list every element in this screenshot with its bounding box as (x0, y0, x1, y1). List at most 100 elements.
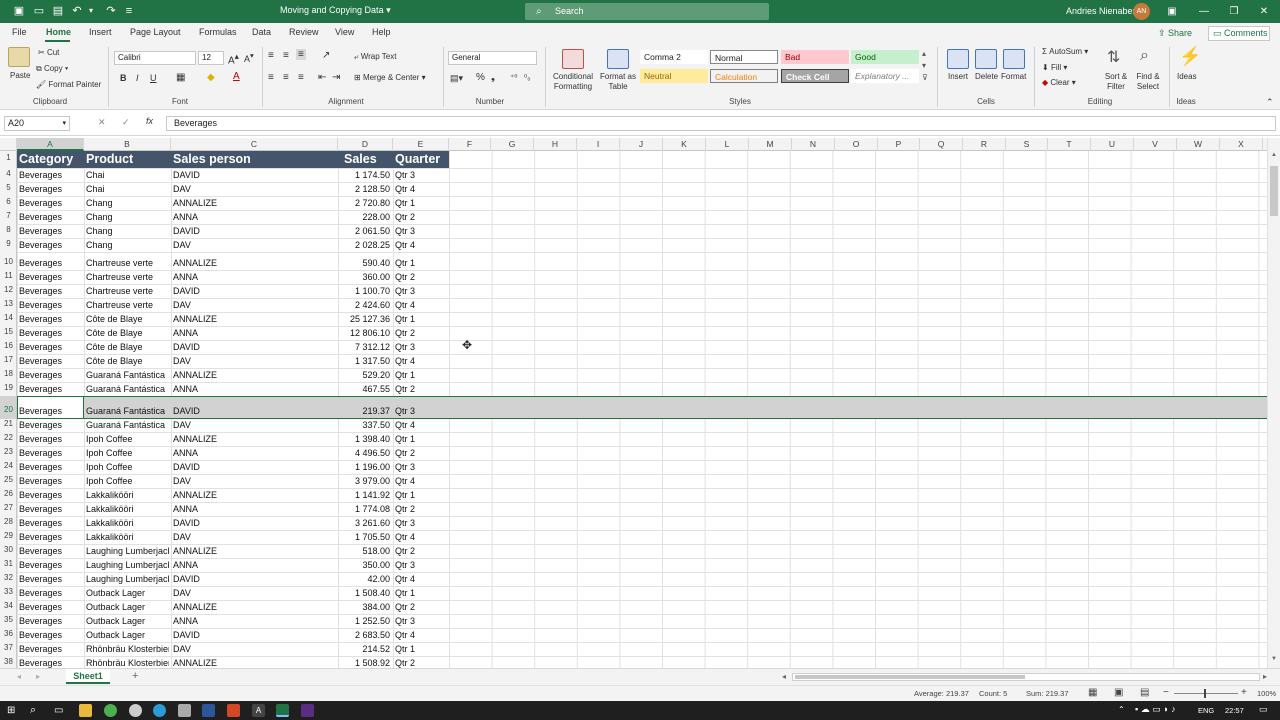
cell-style-2[interactable]: Bad (781, 50, 849, 64)
row-header[interactable]: 28 (0, 517, 16, 526)
row-header[interactable]: 5 (0, 183, 16, 192)
cell-q[interactable]: Qtr 2 (395, 447, 446, 460)
row-header[interactable]: 37 (0, 643, 16, 652)
styles-scroll-up-icon[interactable]: ▴ (922, 49, 926, 58)
insert-cells-icon[interactable] (947, 49, 969, 69)
word-icon[interactable] (202, 704, 215, 717)
cell-c[interactable]: Beverages (19, 383, 82, 396)
cell-v[interactable]: 2 424.60 (340, 299, 390, 312)
page-break-view-icon[interactable]: ▤ (1140, 687, 1149, 698)
cell-v[interactable]: 2 061.50 (340, 225, 390, 238)
cell-p[interactable]: Chang (86, 197, 169, 210)
app-icon[interactable] (178, 704, 191, 717)
cell-s[interactable]: ANNALIZE (173, 257, 336, 270)
cell-v[interactable]: 1 508.92 (340, 657, 390, 668)
cell-p[interactable]: Lakkalikööri (86, 517, 169, 530)
cell-p[interactable]: Rhönbräu Klosterbier (86, 643, 169, 656)
cell-q[interactable]: Qtr 1 (395, 369, 446, 382)
cell-style-0[interactable]: Comma 2 (640, 50, 708, 64)
cell-s[interactable]: DAV (173, 355, 336, 368)
cell-p[interactable]: Chang (86, 239, 169, 252)
cell-c[interactable]: Beverages (19, 475, 82, 488)
cell-s[interactable]: DAV (173, 587, 336, 600)
windows-start-icon[interactable]: ⊞ (7, 704, 20, 717)
cell-p[interactable]: Outback Lager (86, 587, 169, 600)
cell-s[interactable]: DAV (173, 239, 336, 252)
cell-q[interactable]: Qtr 2 (395, 601, 446, 614)
paste-button[interactable]: Paste (10, 71, 30, 80)
cell-q[interactable]: Qtr 3 (395, 559, 446, 572)
cell-q[interactable]: Qtr 3 (395, 169, 446, 182)
tab-review[interactable]: Review (289, 27, 319, 37)
cell-q[interactable]: Qtr 1 (395, 257, 446, 270)
merge-center-button[interactable]: ⊞ Merge & Center ▾ (354, 73, 426, 82)
tab-page-layout[interactable]: Page Layout (130, 27, 181, 37)
row-header[interactable]: 9 (0, 239, 16, 248)
delete-button[interactable]: Delete (975, 72, 998, 81)
cell-c[interactable]: Beverages (19, 271, 82, 284)
cell-style-6[interactable]: Check Cell (781, 69, 849, 83)
cell-c[interactable]: Beverages (19, 503, 82, 516)
cell-p[interactable]: Chartreuse verte (86, 257, 169, 270)
tray-icons[interactable]: ▪ ☁ ▭ ◗ ♪ (1135, 704, 1176, 715)
comma-icon[interactable]: ❟ (491, 72, 495, 83)
row-header[interactable]: 8 (0, 225, 16, 234)
cell-s[interactable]: DAVID (173, 285, 336, 298)
cell-p[interactable]: Guaraná Fantástica (86, 405, 169, 418)
cell-c[interactable]: Beverages (19, 531, 82, 544)
cell-p[interactable]: Ipoh Coffee (86, 433, 169, 446)
cell-q[interactable]: Qtr 3 (395, 517, 446, 530)
cell-v[interactable]: 7 312.12 (340, 341, 390, 354)
cell-p[interactable]: Laughing Lumberjack (86, 545, 169, 558)
column-header-u[interactable]: U (1091, 138, 1134, 151)
undo-icon[interactable]: ↶ (70, 4, 84, 18)
cell-s[interactable]: ANNA (173, 327, 336, 340)
cell-p[interactable]: Rhönbräu Klosterbier (86, 657, 169, 668)
column-header-q[interactable]: Q (920, 138, 963, 151)
hscroll-left-icon[interactable]: ◂ (782, 672, 786, 681)
cell-v[interactable]: 219.37 (340, 405, 390, 418)
format-table-icon[interactable] (607, 49, 629, 69)
zoom-slider[interactable] (1174, 689, 1238, 698)
cell-c[interactable]: Beverages (19, 313, 82, 326)
minimize-icon[interactable]: — (1194, 3, 1214, 20)
align-bottom-icon[interactable]: ≡ (296, 49, 306, 60)
cell-c[interactable]: Beverages (19, 615, 82, 628)
conditional-formatting-icon[interactable] (562, 49, 584, 69)
underline-button[interactable]: U (150, 73, 157, 83)
column-header-l[interactable]: L (706, 138, 749, 151)
cell-q[interactable]: Qtr 2 (395, 327, 446, 340)
page-layout-view-icon[interactable]: ▣ (1114, 687, 1123, 698)
cell-s[interactable]: ANNALIZE (173, 313, 336, 326)
column-header-r[interactable]: R (963, 138, 1006, 151)
hscroll-thumb[interactable] (795, 675, 1025, 679)
decrease-indent-icon[interactable]: ⇤ (318, 72, 326, 83)
zoom-level[interactable]: 100% (1257, 689, 1276, 698)
cell-c[interactable]: Beverages (19, 405, 82, 418)
insert-function-button[interactable]: fx (146, 116, 153, 126)
tab-formulas[interactable]: Formulas (199, 27, 237, 37)
comments-button[interactable]: ▭ Comments (1208, 26, 1270, 41)
format-button[interactable]: Format (1001, 72, 1026, 81)
cell-s[interactable]: DAVID (173, 341, 336, 354)
percent-icon[interactable]: % (476, 72, 485, 83)
cell-p[interactable]: Laughing Lumberjack (86, 559, 169, 572)
cell-v[interactable]: 467.55 (340, 383, 390, 396)
column-header-g[interactable]: G (491, 138, 534, 151)
formula-input[interactable]: Beverages (166, 116, 1276, 131)
cell-p[interactable]: Chang (86, 211, 169, 224)
styles-more-icon[interactable]: ⊽ (922, 73, 928, 82)
tray-chevron-icon[interactable]: ⌃ (1118, 705, 1125, 714)
cell-p[interactable]: Outback Lager (86, 601, 169, 614)
document-title[interactable]: Moving and Copying Data ▾ (280, 5, 391, 16)
cell-v[interactable]: 228.00 (340, 211, 390, 224)
cell-c[interactable]: Beverages (19, 587, 82, 600)
format-cells-icon[interactable] (1003, 49, 1025, 69)
tab-help[interactable]: Help (372, 27, 391, 37)
app-icon[interactable] (129, 704, 142, 717)
cell-v[interactable]: 350.00 (340, 559, 390, 572)
cell-s[interactable]: DAV (173, 183, 336, 196)
user-name[interactable]: Andries Nienaber (1066, 6, 1136, 16)
cell-q[interactable]: Qtr 1 (395, 587, 446, 600)
customize-qa-icon[interactable]: ≡ (122, 4, 136, 18)
